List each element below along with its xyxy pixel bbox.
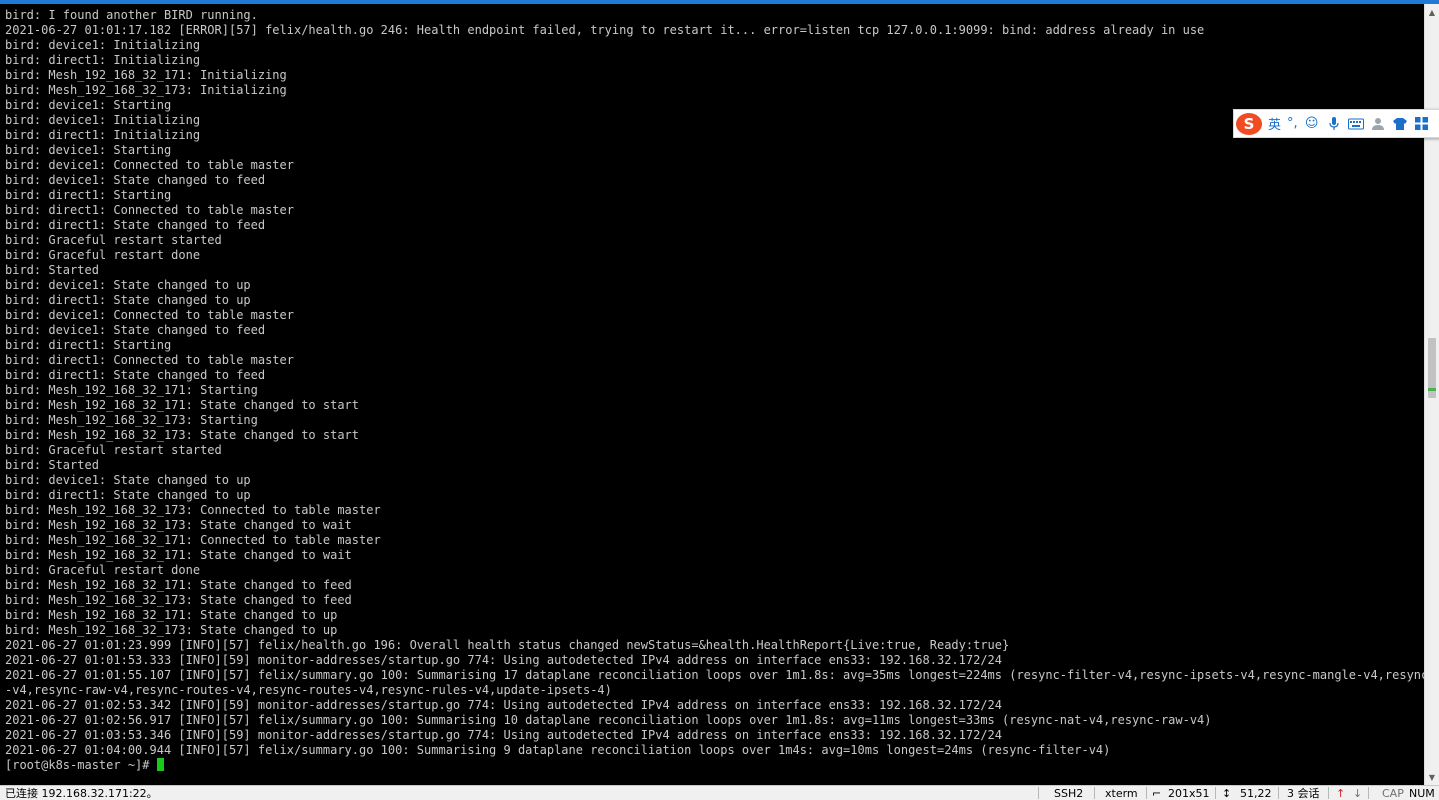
scroll-up-arrow-icon[interactable]: ▲	[1425, 4, 1439, 20]
terminal-line: bird: direct1: State changed to up	[5, 488, 251, 502]
terminal-line: 2021-06-27 01:01:55.107 [INFO][57] felix…	[5, 668, 1424, 682]
terminal-output[interactable]: bird: I found another BIRD running. 2021-…	[0, 4, 1424, 785]
terminal-line: 2021-06-27 01:03:53.346 [INFO][59] monit…	[5, 728, 1002, 742]
status-bar: 已连接 192.168.32.171:22。 SSH2 xterm ⌐ 201x…	[0, 785, 1439, 800]
terminal-line: bird: device1: Initializing	[5, 113, 201, 127]
terminal-line: bird: Mesh_192_168_32_173: Connected to …	[5, 503, 381, 517]
terminal-line: bird: device1: State changed to up	[5, 473, 251, 487]
terminal-line: bird: Graceful restart done	[5, 248, 201, 262]
ime-toolbar[interactable]: S 英 °, ☺	[1233, 109, 1439, 138]
terminal-prompt-line[interactable]: [root@k8s-master ~]#	[5, 758, 1424, 773]
caps-lock-indicator: CAP	[1382, 787, 1404, 800]
terminal-line: bird: direct1: Starting	[5, 188, 172, 202]
user-icon[interactable]	[1370, 116, 1386, 132]
terminal-type-label: xterm	[1105, 787, 1138, 800]
terminal-line: bird: direct1: Connected to table master	[5, 353, 294, 367]
terminal-line: bird: Started	[5, 458, 99, 472]
terminal-size-label: 201x51	[1168, 787, 1210, 800]
terminal-line: bird: Graceful restart started	[5, 443, 222, 457]
terminal-lines: bird: I found another BIRD running. 2021-…	[5, 8, 1424, 773]
terminal-line: bird: direct1: Starting	[5, 338, 172, 352]
shell-prompt: [root@k8s-master ~]#	[5, 758, 157, 772]
terminal-line: bird: Mesh_192_168_32_173: State changed…	[5, 593, 352, 607]
terminal-line: bird: device1: Initializing	[5, 38, 201, 52]
status-divider	[1094, 787, 1095, 799]
terminal-line: bird: Mesh_192_168_32_171: State changed…	[5, 608, 338, 622]
terminal-line: bird: direct1: State changed to feed	[5, 218, 266, 232]
terminal-line: bird: Mesh_192_168_32_171: Connected to …	[5, 533, 381, 547]
terminal-line: 2021-06-27 01:04:00.944 [INFO][57] felix…	[5, 743, 1111, 757]
scroll-down-arrow-icon[interactable]: ▼	[1425, 769, 1439, 785]
terminal-line: bird: device1: Connected to table master	[5, 158, 294, 172]
terminal-line: bird: Mesh_192_168_32_173: Starting	[5, 413, 258, 427]
terminal-line: bird: device1: State changed to up	[5, 278, 251, 292]
terminal-line: bird: Started	[5, 263, 99, 277]
terminal-line: 2021-06-27 01:02:53.342 [INFO][59] monit…	[5, 698, 1002, 712]
grid-icon[interactable]	[1414, 116, 1430, 132]
terminal-line: bird: direct1: State changed to feed	[5, 368, 266, 382]
terminal-line: bird: device1: Starting	[5, 143, 172, 157]
status-divider	[1328, 787, 1329, 799]
keyboard-icon[interactable]	[1347, 116, 1364, 132]
terminal-line: bird: device1: State changed to feed	[5, 323, 266, 337]
terminal-line: 2021-06-27 01:01:23.999 [INFO][57] felix…	[5, 638, 1010, 652]
terminal-line: bird: device1: Starting	[5, 98, 172, 112]
cursor-position-icon: ↕	[1222, 787, 1232, 800]
terminal-line: bird: Graceful restart started	[5, 233, 222, 247]
ime-language-toggle[interactable]: 英	[1268, 114, 1281, 133]
terminal-line: bird: Mesh_192_168_32_173: State changed…	[5, 623, 338, 637]
terminal-line: 2021-06-27 01:01:17.182 [ERROR][57] feli…	[5, 23, 1205, 37]
status-divider	[1146, 787, 1147, 799]
num-lock-indicator: NUM	[1409, 787, 1435, 800]
text-cursor	[156, 758, 164, 771]
terminal-line: bird: Mesh_192_168_32_173: Initializing	[5, 83, 287, 97]
scroll-position-marker	[1428, 388, 1436, 391]
terminal-line: bird: Mesh_192_168_32_173: State changed…	[5, 428, 360, 442]
terminal-line: 2021-06-27 01:02:56.917 [INFO][57] felix…	[5, 713, 1212, 727]
microphone-icon[interactable]	[1326, 116, 1342, 132]
status-divider	[1038, 787, 1039, 799]
terminal-line: bird: Graceful restart done	[5, 563, 201, 577]
terminal-line: bird: direct1: Initializing	[5, 53, 201, 67]
terminal-line: bird: device1: State changed to feed	[5, 173, 266, 187]
terminal-line: bird: device1: Connected to table master	[5, 308, 294, 322]
cursor-position-label: 51,22	[1240, 787, 1272, 800]
terminal-line: bird: direct1: Connected to table master	[5, 203, 294, 217]
terminal-line: bird: Mesh_192_168_32_171: State changed…	[5, 548, 352, 562]
download-arrow-icon: ↓	[1353, 787, 1363, 800]
connection-status: 已连接 192.168.32.171:22。	[5, 787, 158, 800]
sogou-logo-icon[interactable]: S	[1236, 112, 1262, 135]
status-divider	[1278, 787, 1279, 799]
terminal-line: bird: direct1: State changed to up	[5, 293, 251, 307]
terminal-line: bird: Mesh_192_168_32_171: State changed…	[5, 398, 360, 412]
terminal-line: bird: Mesh_192_168_32_173: State changed…	[5, 518, 352, 532]
session-count-label: 3 会话	[1287, 787, 1320, 800]
terminal-line: bird: direct1: Initializing	[5, 128, 201, 142]
terminal-line: bird: I found another BIRD running.	[5, 8, 258, 22]
terminal-line: -v4,resync-raw-v4,resync-routes-v4,resyn…	[5, 683, 612, 697]
status-divider	[1215, 787, 1216, 799]
terminal-line: bird: Mesh_192_168_32_171: State changed…	[5, 578, 352, 592]
smiley-icon[interactable]: ☺	[1304, 116, 1320, 132]
upload-arrow-icon: ↑	[1336, 787, 1346, 800]
terminal-line: bird: Mesh_192_168_32_171: Initializing	[5, 68, 287, 82]
terminal-size-icon: ⌐	[1152, 787, 1162, 800]
protocol-label: SSH2	[1054, 787, 1084, 800]
skin-icon[interactable]	[1392, 116, 1408, 132]
status-divider	[1368, 787, 1369, 799]
terminal-line: bird: Mesh_192_168_32_171: Starting	[5, 383, 258, 397]
terminal-line: 2021-06-27 01:01:53.333 [INFO][59] monit…	[5, 653, 1002, 667]
ime-punctuation-toggle[interactable]: °,	[1287, 116, 1298, 131]
